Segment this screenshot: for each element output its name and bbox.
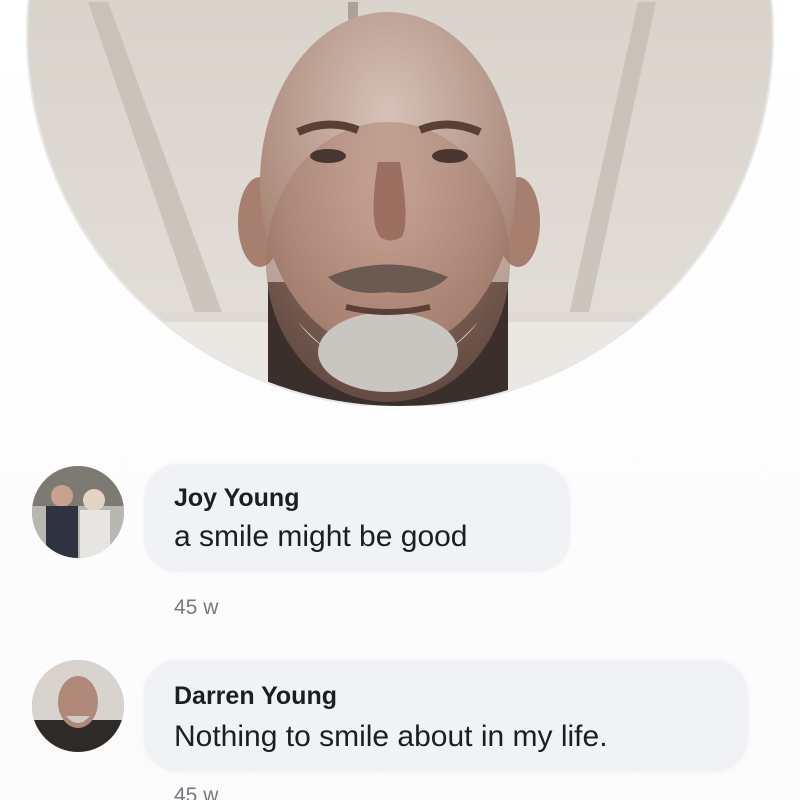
- comment-text: Nothing to smile about in my life.: [174, 720, 608, 753]
- comment-text: a smile might be good: [174, 520, 468, 553]
- profile-photo[interactable]: [26, 0, 774, 406]
- comment-timestamp[interactable]: 45 w: [174, 596, 218, 620]
- man-avatar-icon[interactable]: [32, 660, 124, 752]
- facebook-post-screenshot: Joy Young a smile might be good 45 w Dar…: [0, 0, 800, 800]
- comment-author[interactable]: Darren Young: [174, 682, 337, 711]
- comment-bubble[interactable]: Darren Young Nothing to smile about in m…: [144, 660, 748, 772]
- profile-photo-image: [28, 0, 772, 406]
- couple-avatar-icon[interactable]: [32, 466, 124, 558]
- avatar-image: [32, 660, 124, 752]
- comment-author[interactable]: Joy Young: [174, 484, 299, 513]
- comment-bubble[interactable]: Joy Young a smile might be good: [144, 464, 570, 572]
- comment-timestamp[interactable]: 45 w: [174, 784, 218, 800]
- avatar-image: [32, 466, 124, 558]
- profile-photo-area: [0, 0, 800, 406]
